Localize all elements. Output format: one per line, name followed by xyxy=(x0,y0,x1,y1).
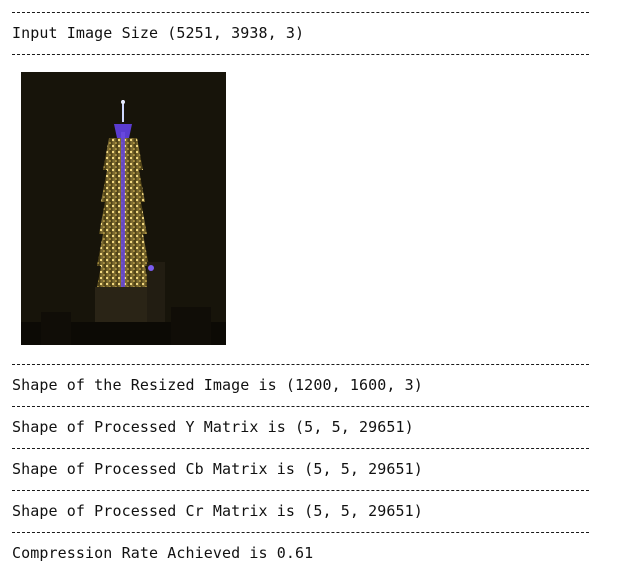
compression-rate-line: Compression Rate Achieved is 0.61 xyxy=(12,544,314,562)
dashed-separator xyxy=(12,12,589,13)
y-matrix-shape-line: Shape of Processed Y Matrix is (5, 5, 29… xyxy=(12,418,414,436)
input-size-line: Input Image Size (5251, 3938, 3) xyxy=(12,24,305,42)
resized-shape-line: Shape of the Resized Image is (1200, 160… xyxy=(12,376,423,394)
cr-matrix-shape-line: Shape of Processed Cr Matrix is (5, 5, 2… xyxy=(12,502,423,520)
dashed-separator xyxy=(12,364,589,365)
dashed-separator xyxy=(12,54,589,55)
cb-matrix-shape-line: Shape of Processed Cb Matrix is (5, 5, 2… xyxy=(12,460,423,478)
output-image xyxy=(21,72,226,345)
dashed-separator xyxy=(12,406,589,407)
dashed-separator xyxy=(12,490,589,491)
dashed-separator xyxy=(12,448,589,449)
tower-night-photo xyxy=(21,72,226,345)
dashed-separator xyxy=(12,532,589,533)
